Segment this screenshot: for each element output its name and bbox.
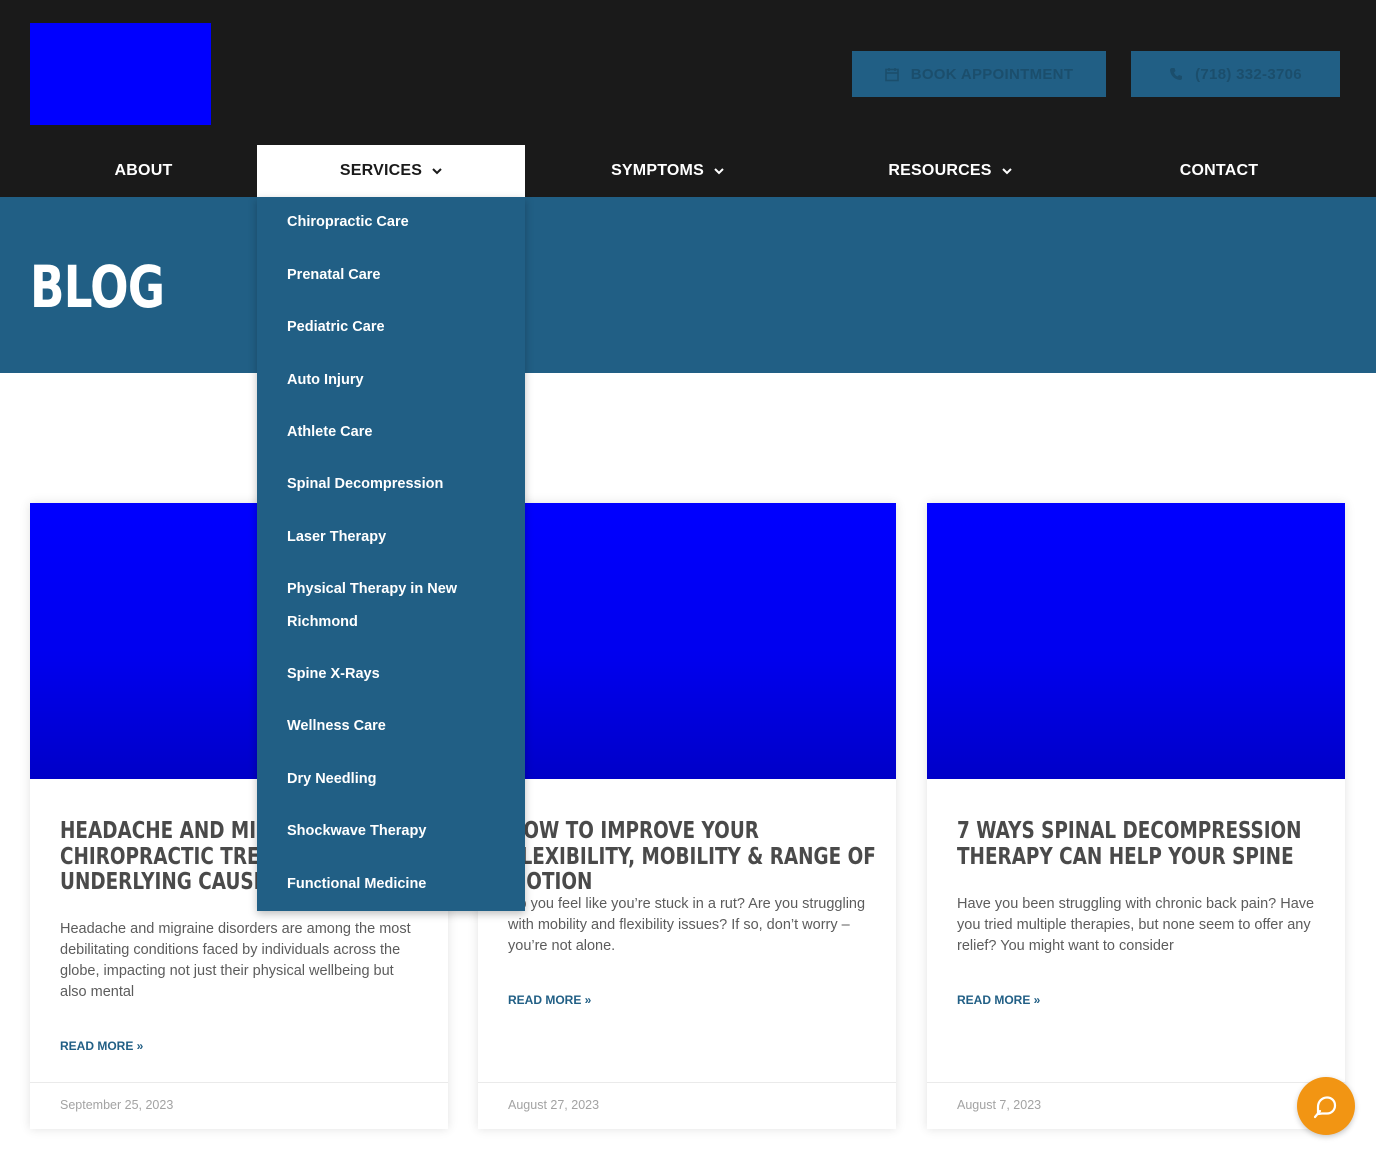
post-thumbnail[interactable] [927,503,1345,779]
post-card: HOW TO IMPROVE YOUR FLEXIBILITY, MOBILIT… [478,503,896,1129]
post-date: September 25, 2023 [60,1098,174,1112]
book-appointment-label: BOOK APPOINTMENT [910,65,1074,83]
post-footer: August 27, 2023 [478,1082,896,1129]
book-appointment-button[interactable]: BOOK APPOINTMENT [852,51,1106,97]
post-excerpt: Do you feel like you’re stuck in a rut? … [508,896,866,954]
page: BOOK APPOINTMENT (718) 332-3706 ABOUT SE… [0,0,1376,1154]
post-excerpt: Have you been struggling with chronic ba… [957,896,1315,954]
phone-icon [1169,67,1183,81]
dropdown-item-dry-needling[interactable]: Dry Needling [287,763,507,796]
main-nav: ABOUT SERVICES SYMPTOMS RESOURCES CONTAC… [0,145,1376,197]
nav-item-resources[interactable]: RESOURCES [810,145,1090,197]
dropdown-item-spinal-decompression[interactable]: Spinal Decompression [287,468,507,501]
post-thumbnail[interactable] [478,503,896,779]
logo[interactable] [30,23,211,125]
post-footer: August 7, 2023 [927,1082,1345,1129]
post-footer: September 25, 2023 [30,1082,448,1129]
hero-banner [0,197,1376,373]
dropdown-item-chiropractic-care[interactable]: Chiropractic Care [287,206,507,239]
dropdown-item-physical-therapy[interactable]: Physical Therapy in New Richmond [287,573,487,639]
dropdown-item-shockwave-therapy[interactable]: Shockwave Therapy [287,815,507,848]
read-more-link[interactable]: READ MORE » [60,1039,143,1053]
dropdown-item-pediatric-care[interactable]: Pediatric Care [287,311,507,344]
dropdown-item-athlete-care[interactable]: Athlete Care [287,416,507,449]
nav-item-label: RESOURCES [888,162,992,179]
post-card: 7 WAYS SPINAL DECOMPRESSION THERAPY CAN … [927,503,1345,1129]
nav-item-contact[interactable]: CONTACT [1090,145,1348,197]
nav-item-services[interactable]: SERVICES [257,145,525,197]
post-date: August 27, 2023 [508,1098,600,1112]
post-date: August 7, 2023 [957,1098,1042,1112]
post-excerpt: Headache and migraine disorders are amon… [60,921,411,1000]
nav-item-symptoms[interactable]: SYMPTOMS [525,145,810,197]
post-title[interactable]: HOW TO IMPROVE YOUR FLEXIBILITY, MOBILIT… [508,818,878,896]
nav-item-label: ABOUT [114,162,173,179]
dropdown-item-auto-injury[interactable]: Auto Injury [287,364,507,397]
dropdown-item-prenatal-care[interactable]: Prenatal Care [287,259,507,292]
nav-item-about[interactable]: ABOUT [30,145,257,197]
services-dropdown-menu: Chiropractic Care Prenatal Care Pediatri… [257,197,525,911]
calendar-icon [884,67,899,82]
nav-item-label: SYMPTOMS [611,162,704,179]
dropdown-item-laser-therapy[interactable]: Laser Therapy [287,521,507,554]
chevron-down-icon [714,167,724,175]
phone-label: (718) 332-3706 [1195,65,1302,83]
dropdown-item-wellness-care[interactable]: Wellness Care [287,710,507,743]
read-more-link[interactable]: READ MORE » [957,993,1040,1007]
phone-button[interactable]: (718) 332-3706 [1131,51,1340,97]
chevron-down-icon [1001,167,1012,175]
dropdown-item-functional-medicine[interactable]: Functional Medicine [287,868,507,901]
page-title: BLOG [30,253,165,321]
post-title[interactable]: 7 WAYS SPINAL DECOMPRESSION THERAPY CAN … [957,818,1327,870]
chevron-down-icon [432,167,442,175]
chat-button[interactable] [1297,1077,1355,1135]
chat-bubble-icon [1312,1092,1340,1120]
read-more-link[interactable]: READ MORE » [508,993,591,1007]
nav-item-label: CONTACT [1179,162,1259,179]
dropdown-item-spine-x-rays[interactable]: Spine X-Rays [287,658,507,691]
nav-item-label: SERVICES [339,162,423,179]
